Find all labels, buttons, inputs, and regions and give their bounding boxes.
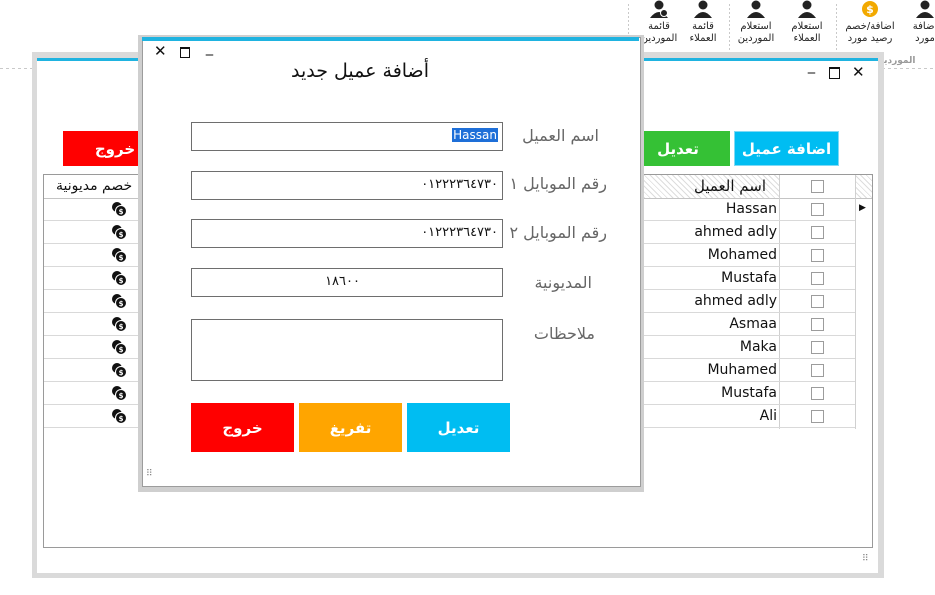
supplier-query-icon — [747, 0, 765, 18]
maximize-icon[interactable] — [829, 67, 840, 79]
add-customer-button[interactable]: اضافة عميل — [734, 131, 839, 166]
notes-textarea[interactable] — [191, 319, 503, 381]
resize-grip-icon[interactable]: ⠿ — [862, 554, 869, 564]
customer-name-label: اسم العميل — [522, 126, 599, 145]
ribbon-separator — [729, 4, 730, 56]
row-checkbox[interactable] — [811, 295, 824, 308]
row-checkbox[interactable] — [811, 203, 824, 216]
ribbon-label-line2: الموردين — [737, 33, 775, 44]
customer-name-field[interactable]: Hassan — [191, 122, 503, 151]
debt-discount-coin-icon[interactable]: $ — [111, 270, 127, 286]
mobile2-value: ٠١٢٢٢٣٦٤٧٣٠ — [421, 225, 498, 240]
debt-discount-coin-icon[interactable]: $ — [111, 293, 127, 309]
supplier-balance-button[interactable]: $ اضافة/خصم رصيد مورد — [840, 0, 900, 56]
debt-discount-coin-icon[interactable]: $ — [111, 247, 127, 263]
svg-text:$: $ — [119, 254, 124, 262]
supplier-balance-icon: $ — [862, 1, 878, 17]
ribbon-label-line2: العملاء — [689, 33, 717, 44]
supplier-query-button[interactable]: استعلام الموردين — [733, 0, 779, 56]
debt-field[interactable]: ١٨٦٠٠ — [191, 268, 503, 297]
customer-name-cell: Hassan — [725, 201, 777, 217]
mobile1-label: رقم الموبايل ١ — [509, 174, 607, 193]
dialog-clear-button[interactable]: تفريغ — [299, 403, 402, 452]
row-checkbox[interactable] — [811, 272, 824, 285]
debt-discount-coin-icon[interactable]: $ — [111, 201, 127, 217]
svg-text:$: $ — [119, 346, 124, 354]
mobile1-field[interactable]: ٠١٢٢٢٣٦٤٧٣٠ — [191, 171, 503, 200]
customer-name-value: Hassan — [452, 128, 498, 142]
row-checkbox[interactable] — [811, 410, 824, 423]
customer-name-cell: Mohamed — [707, 247, 777, 263]
customer-query-icon — [798, 0, 816, 18]
customer-list-button[interactable]: قائمة العملاء — [683, 0, 723, 56]
dialog-edit-button[interactable]: تعديل — [407, 403, 510, 452]
mobile2-field[interactable]: ٠١٢٢٢٣٦٤٧٣٠ — [191, 219, 503, 248]
notes-label: ملاحظات — [533, 324, 595, 343]
svg-text:$: $ — [866, 3, 874, 16]
svg-text:$: $ — [119, 208, 124, 216]
customer-name-cell: Asmaa — [729, 316, 777, 332]
ribbon-label-line2: رصيد مورد — [847, 33, 893, 44]
ribbon-label-line1: قائمة — [648, 21, 670, 32]
ribbon-label-line1: استعلام — [740, 21, 772, 32]
supplier-list-icon — [650, 0, 668, 18]
ribbon-label-line1: اضافة/خصم — [845, 21, 895, 32]
row-checkbox[interactable] — [811, 226, 824, 239]
ribbon-separator — [836, 4, 837, 56]
row-checkbox[interactable] — [811, 318, 824, 331]
minimize-icon[interactable]: ‒ — [807, 66, 816, 80]
mobile1-value: ٠١٢٢٢٣٦٤٧٣٠ — [421, 177, 498, 192]
debt-discount-coin-icon[interactable]: $ — [111, 385, 127, 401]
ribbon-label-line2: العملاء — [793, 33, 821, 44]
column-header-debt-discount[interactable]: خصم مديونية — [56, 178, 132, 194]
debt-label: المديونية — [534, 273, 592, 292]
customer-name-cell: Mustafa — [721, 385, 777, 401]
row-checkbox[interactable] — [811, 341, 824, 354]
select-all-checkbox[interactable] — [811, 180, 824, 193]
svg-text:$: $ — [119, 300, 124, 308]
dialog-title: أضافة عميل جديد — [291, 60, 429, 82]
debt-value: ١٨٦٠٠ — [325, 274, 360, 289]
add-supplier-icon — [916, 0, 934, 18]
add-supplier-button[interactable]: اضافة مورد — [905, 0, 935, 56]
debt-discount-coin-icon[interactable]: $ — [111, 224, 127, 240]
customer-query-button[interactable]: استعلام العملاء — [784, 0, 830, 56]
column-header-customer-name[interactable]: اسم العميل — [694, 177, 766, 195]
row-checkbox[interactable] — [811, 387, 824, 400]
ribbon-label-line1: قائمة — [692, 21, 714, 32]
customer-name-cell: Mustafa — [721, 270, 777, 286]
svg-text:$: $ — [119, 323, 124, 331]
close-icon[interactable]: ✕ — [852, 65, 865, 80]
row-checkbox[interactable] — [811, 249, 824, 262]
ribbon-label-line1: استعلام — [791, 21, 823, 32]
customer-list-icon — [694, 0, 712, 18]
customer-name-cell: ahmed adly — [694, 224, 777, 240]
debt-discount-coin-icon[interactable]: $ — [111, 339, 127, 355]
svg-text:$: $ — [119, 277, 124, 285]
dialog-resize-grip-icon[interactable]: ⠿ — [146, 469, 153, 479]
debt-discount-coin-icon[interactable]: $ — [111, 408, 127, 424]
ribbon-label-line2: مورد — [915, 33, 935, 44]
customer-name-cell: Ali — [759, 408, 777, 424]
svg-text:$: $ — [119, 231, 124, 239]
dialog-exit-button[interactable]: خروج — [191, 403, 294, 452]
svg-text:$: $ — [119, 415, 124, 423]
customer-name-cell: Maka — [739, 339, 777, 355]
current-row-indicator-icon: ▶ — [859, 203, 866, 213]
dialog-maximize-icon[interactable] — [180, 47, 190, 58]
customer-name-cell: Muhamed — [707, 362, 777, 378]
svg-text:$: $ — [119, 369, 124, 377]
debt-discount-coin-icon[interactable]: $ — [111, 316, 127, 332]
dialog-titlebar — [142, 37, 639, 41]
row-checkbox[interactable] — [811, 364, 824, 377]
svg-text:$: $ — [119, 392, 124, 400]
customer-name-cell: ahmed adly — [694, 293, 777, 309]
dialog-close-icon[interactable]: ✕ — [154, 44, 167, 59]
mobile2-label: رقم الموبايل ٢ — [509, 223, 607, 242]
debt-discount-coin-icon[interactable]: $ — [111, 362, 127, 378]
ribbon-label-line1: اضافة — [912, 21, 935, 32]
